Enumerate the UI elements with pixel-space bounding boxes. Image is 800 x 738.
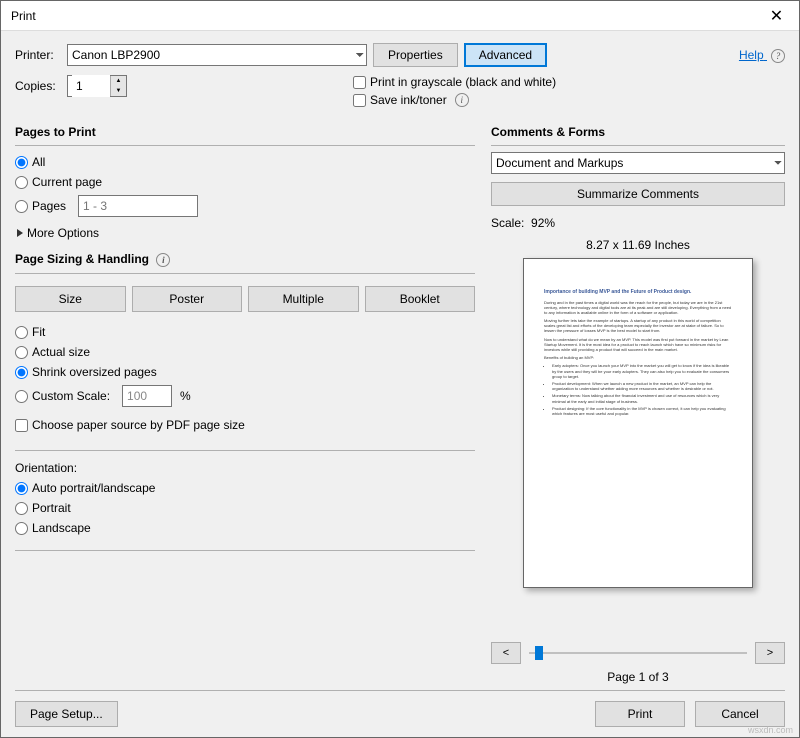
page-setup-button[interactable]: Page Setup... — [15, 701, 118, 727]
window-title: Print — [11, 9, 754, 23]
save-ink-checkbox[interactable] — [353, 94, 366, 107]
poster-button[interactable]: Poster — [132, 286, 243, 312]
orientation-heading: Orientation: — [15, 461, 475, 475]
radio-actual[interactable] — [15, 346, 28, 359]
custom-scale-input[interactable] — [122, 385, 172, 407]
scale-info: Scale: 92% — [491, 216, 785, 230]
radio-all[interactable] — [15, 156, 28, 169]
comments-select[interactable]: Document and Markups — [491, 152, 785, 174]
pages-to-print-heading: Pages to Print — [15, 125, 475, 139]
info-icon[interactable]: i — [156, 253, 170, 267]
radio-fit[interactable] — [15, 326, 28, 339]
preview-area: Importance of building MVP and the Futur… — [491, 258, 785, 632]
page-slider[interactable] — [529, 643, 747, 663]
grayscale-checkbox[interactable] — [353, 76, 366, 89]
right-column: Comments & Forms Document and Markups Su… — [491, 119, 785, 684]
radio-fit-label: Fit — [32, 325, 45, 339]
radio-pages-label: Pages — [32, 199, 66, 213]
radio-actual-label: Actual size — [32, 345, 90, 359]
booklet-button[interactable]: Booklet — [365, 286, 476, 312]
copies-row: Copies: ▲▼ Print in grayscale (black and… — [15, 75, 785, 111]
size-button[interactable]: Size — [15, 286, 126, 312]
close-button[interactable]: ✕ — [754, 1, 799, 31]
copies-down[interactable]: ▼ — [111, 86, 126, 96]
properties-button[interactable]: Properties — [373, 43, 458, 67]
copies-input[interactable] — [72, 75, 110, 97]
help-icon: ? — [771, 49, 785, 63]
radio-pages[interactable] — [15, 200, 28, 213]
copies-spinner[interactable]: ▲▼ — [67, 75, 127, 97]
dialog-body: Printer: Canon LBP2900 Properties Advanc… — [1, 31, 799, 737]
page-info: Page 1 of 3 — [491, 670, 785, 684]
preview-doc-title: Importance of building MVP and the Futur… — [544, 289, 732, 296]
chevron-right-icon — [17, 229, 23, 237]
summarize-button[interactable]: Summarize Comments — [491, 182, 785, 206]
radio-current[interactable] — [15, 176, 28, 189]
print-dialog: Print ✕ Printer: Canon LBP2900 Propertie… — [0, 0, 800, 738]
footer: Page Setup... Print Cancel — [15, 690, 785, 727]
preview-nav: < > — [491, 642, 785, 664]
radio-custom[interactable] — [15, 390, 28, 403]
printer-label: Printer: — [15, 48, 61, 62]
printer-row: Printer: Canon LBP2900 Properties Advanc… — [15, 43, 785, 67]
percent-label: % — [180, 389, 191, 403]
printer-select[interactable]: Canon LBP2900 — [67, 44, 367, 66]
grayscale-label: Print in grayscale (black and white) — [370, 75, 556, 89]
preview-page: Importance of building MVP and the Futur… — [523, 258, 753, 588]
info-icon[interactable]: i — [455, 93, 469, 107]
radio-auto-orient[interactable] — [15, 482, 28, 495]
save-ink-label: Save ink/toner — [370, 93, 447, 107]
radio-all-label: All — [32, 155, 45, 169]
pages-input[interactable] — [78, 195, 198, 217]
print-button[interactable]: Print — [595, 701, 685, 727]
sizing-heading: Page Sizing & Handling i — [15, 252, 475, 267]
paper-size: 8.27 x 11.69 Inches — [491, 238, 785, 252]
radio-landscape-label: Landscape — [32, 521, 91, 535]
titlebar: Print ✕ — [1, 1, 799, 31]
cancel-button[interactable]: Cancel — [695, 701, 785, 727]
radio-portrait-label: Portrait — [32, 501, 71, 515]
more-options-toggle[interactable]: More Options — [17, 226, 475, 240]
copies-up[interactable]: ▲ — [111, 76, 126, 86]
radio-landscape[interactable] — [15, 522, 28, 535]
advanced-button[interactable]: Advanced — [464, 43, 547, 67]
choose-paper-checkbox[interactable] — [15, 419, 28, 432]
watermark: wsxdn.com — [748, 725, 793, 735]
next-page-button[interactable]: > — [755, 642, 785, 664]
radio-current-label: Current page — [32, 175, 102, 189]
radio-custom-label: Custom Scale: — [32, 389, 110, 403]
radio-shrink[interactable] — [15, 366, 28, 379]
radio-portrait[interactable] — [15, 502, 28, 515]
main-columns: Pages to Print All Current page Pages Mo… — [15, 119, 785, 684]
radio-auto-label: Auto portrait/landscape — [32, 481, 155, 495]
prev-page-button[interactable]: < — [491, 642, 521, 664]
copies-label: Copies: — [15, 79, 61, 93]
choose-paper-label: Choose paper source by PDF page size — [32, 418, 245, 432]
help-link[interactable]: Help ? — [739, 48, 785, 63]
comments-heading: Comments & Forms — [491, 125, 785, 139]
multiple-button[interactable]: Multiple — [248, 286, 359, 312]
left-column: Pages to Print All Current page Pages Mo… — [15, 119, 475, 684]
radio-shrink-label: Shrink oversized pages — [32, 365, 157, 379]
